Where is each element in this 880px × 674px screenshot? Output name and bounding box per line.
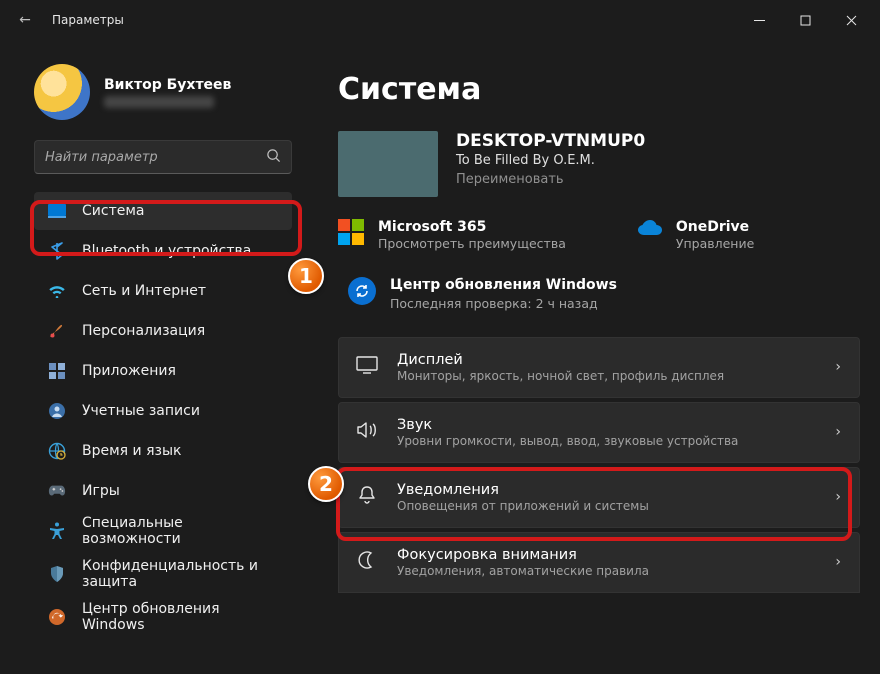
sidebar-item-accounts[interactable]: Учетные записи [34, 392, 292, 430]
card-sub: Оповещения от приложений и системы [397, 499, 817, 513]
annotation-badge-1: 1 [288, 258, 324, 294]
chevron-right-icon: › [835, 489, 841, 505]
microsoft-365-icon [338, 219, 364, 245]
sidebar-item-system[interactable]: Система [34, 192, 292, 230]
card-sub: Уровни громкости, вывод, ввод, звуковые … [397, 434, 817, 448]
card-display[interactable]: Дисплей Мониторы, яркость, ночной свет, … [338, 337, 860, 398]
window-body: Виктор Бухтеев Система [0, 40, 880, 674]
sidebar-item-accessibility[interactable]: Специальные возможности [34, 512, 292, 550]
services-row: Microsoft 365 Просмотреть преимущества O… [338, 219, 860, 251]
sidebar-item-label: Время и язык [82, 443, 181, 459]
pc-oem: To Be Filled By O.E.M. [456, 153, 645, 168]
search-input[interactable] [45, 150, 266, 165]
sidebar-item-label: Центр обновления Windows [82, 601, 282, 633]
sidebar-item-network[interactable]: Сеть и Интернет [34, 272, 292, 310]
profile-email [104, 96, 214, 108]
chevron-right-icon: › [835, 424, 841, 440]
sidebar-item-time-language[interactable]: Время и язык [34, 432, 292, 470]
avatar [34, 64, 90, 120]
card-sound[interactable]: Звук Уровни громкости, вывод, ввод, звук… [338, 402, 860, 463]
pc-info-block: DESKTOP-VTNMUP0 To Be Filled By O.E.M. П… [338, 131, 860, 197]
profile-name: Виктор Бухтеев [104, 77, 231, 93]
sidebar-item-apps[interactable]: Приложения [34, 352, 292, 390]
pc-name: DESKTOP-VTNMUP0 [456, 131, 645, 151]
wifi-icon [48, 282, 66, 300]
sidebar: Виктор Бухтеев Система [0, 40, 310, 674]
sound-icon [355, 421, 379, 443]
chevron-right-icon: › [835, 359, 841, 375]
onedrive-block[interactable]: OneDrive Управление [636, 219, 754, 251]
sidebar-item-label: Персонализация [82, 323, 205, 339]
svc-sub: Управление [676, 236, 754, 251]
sidebar-item-personalization[interactable]: Персонализация [34, 312, 292, 350]
apps-icon [48, 362, 66, 380]
window-title: Параметры [52, 13, 736, 27]
main-content: Система DESKTOP-VTNMUP0 To Be Filled By … [310, 40, 880, 674]
windows-update-block[interactable]: Центр обновления Windows Последняя прове… [348, 277, 860, 311]
card-title: Звук [397, 417, 817, 433]
accessibility-icon [48, 522, 66, 540]
svc-title: Microsoft 365 [378, 219, 566, 235]
sidebar-item-privacy[interactable]: Конфиденциальность и защита [34, 552, 292, 596]
update-title: Центр обновления Windows [390, 277, 617, 294]
rename-pc-link[interactable]: Переименовать [456, 172, 645, 187]
sidebar-item-label: Специальные возможности [82, 515, 282, 547]
brush-icon [48, 322, 66, 340]
display-icon [355, 356, 379, 378]
microsoft-365-block[interactable]: Microsoft 365 Просмотреть преимущества [338, 219, 566, 251]
sidebar-item-gaming[interactable]: Игры [34, 472, 292, 510]
annotation-badge-2: 2 [308, 466, 344, 502]
card-sub: Мониторы, яркость, ночной свет, профиль … [397, 369, 817, 383]
pc-thumbnail [338, 131, 438, 197]
update-icon [48, 608, 66, 626]
svc-sub: Просмотреть преимущества [378, 236, 566, 251]
bluetooth-icon [48, 242, 66, 260]
page-heading: Система [338, 72, 860, 107]
card-title: Дисплей [397, 352, 817, 368]
chevron-right-icon: › [835, 554, 841, 570]
update-sync-icon [348, 277, 376, 305]
search-box[interactable] [34, 140, 292, 174]
sidebar-item-label: Приложения [82, 363, 176, 379]
sidebar-item-bluetooth[interactable]: Bluetooth и устройства [34, 232, 292, 270]
maximize-button[interactable] [782, 4, 828, 36]
sidebar-item-label: Сеть и Интернет [82, 283, 206, 299]
minimize-button[interactable] [736, 4, 782, 36]
globe-clock-icon [48, 442, 66, 460]
card-focus-assist[interactable]: Фокусировка внимания Уведомления, автома… [338, 532, 860, 593]
gamepad-icon [48, 482, 66, 500]
moon-icon [355, 550, 379, 574]
close-button[interactable] [828, 4, 874, 36]
sidebar-item-label: Учетные записи [82, 403, 200, 419]
sidebar-item-label: Bluetooth и устройства [82, 243, 251, 259]
sidebar-item-label: Игры [82, 483, 120, 499]
system-icon [48, 202, 66, 220]
update-sub: Последняя проверка: 2 ч назад [390, 296, 617, 311]
profile-block[interactable]: Виктор Бухтеев [28, 52, 302, 140]
sidebar-item-windows-update[interactable]: Центр обновления Windows [34, 598, 292, 636]
onedrive-icon [636, 219, 662, 245]
back-button[interactable]: ← [14, 12, 36, 28]
svc-title: OneDrive [676, 219, 754, 235]
search-icon [266, 148, 281, 167]
card-title: Фокусировка внимания [397, 547, 817, 563]
card-title: Уведомления [397, 482, 817, 498]
sidebar-item-label: Конфиденциальность и защита [82, 558, 282, 590]
nav-list: Система Bluetooth и устройства Сеть и Ин… [28, 190, 302, 674]
settings-window: ← Параметры Виктор Бухтеев [0, 0, 880, 674]
card-notifications[interactable]: Уведомления Оповещения от приложений и с… [338, 467, 860, 528]
shield-icon [48, 565, 66, 583]
card-sub: Уведомления, автоматические правила [397, 564, 817, 578]
sidebar-item-label: Система [82, 203, 144, 219]
accounts-icon [48, 402, 66, 420]
title-bar: ← Параметры [0, 0, 880, 40]
bell-icon [355, 485, 379, 509]
